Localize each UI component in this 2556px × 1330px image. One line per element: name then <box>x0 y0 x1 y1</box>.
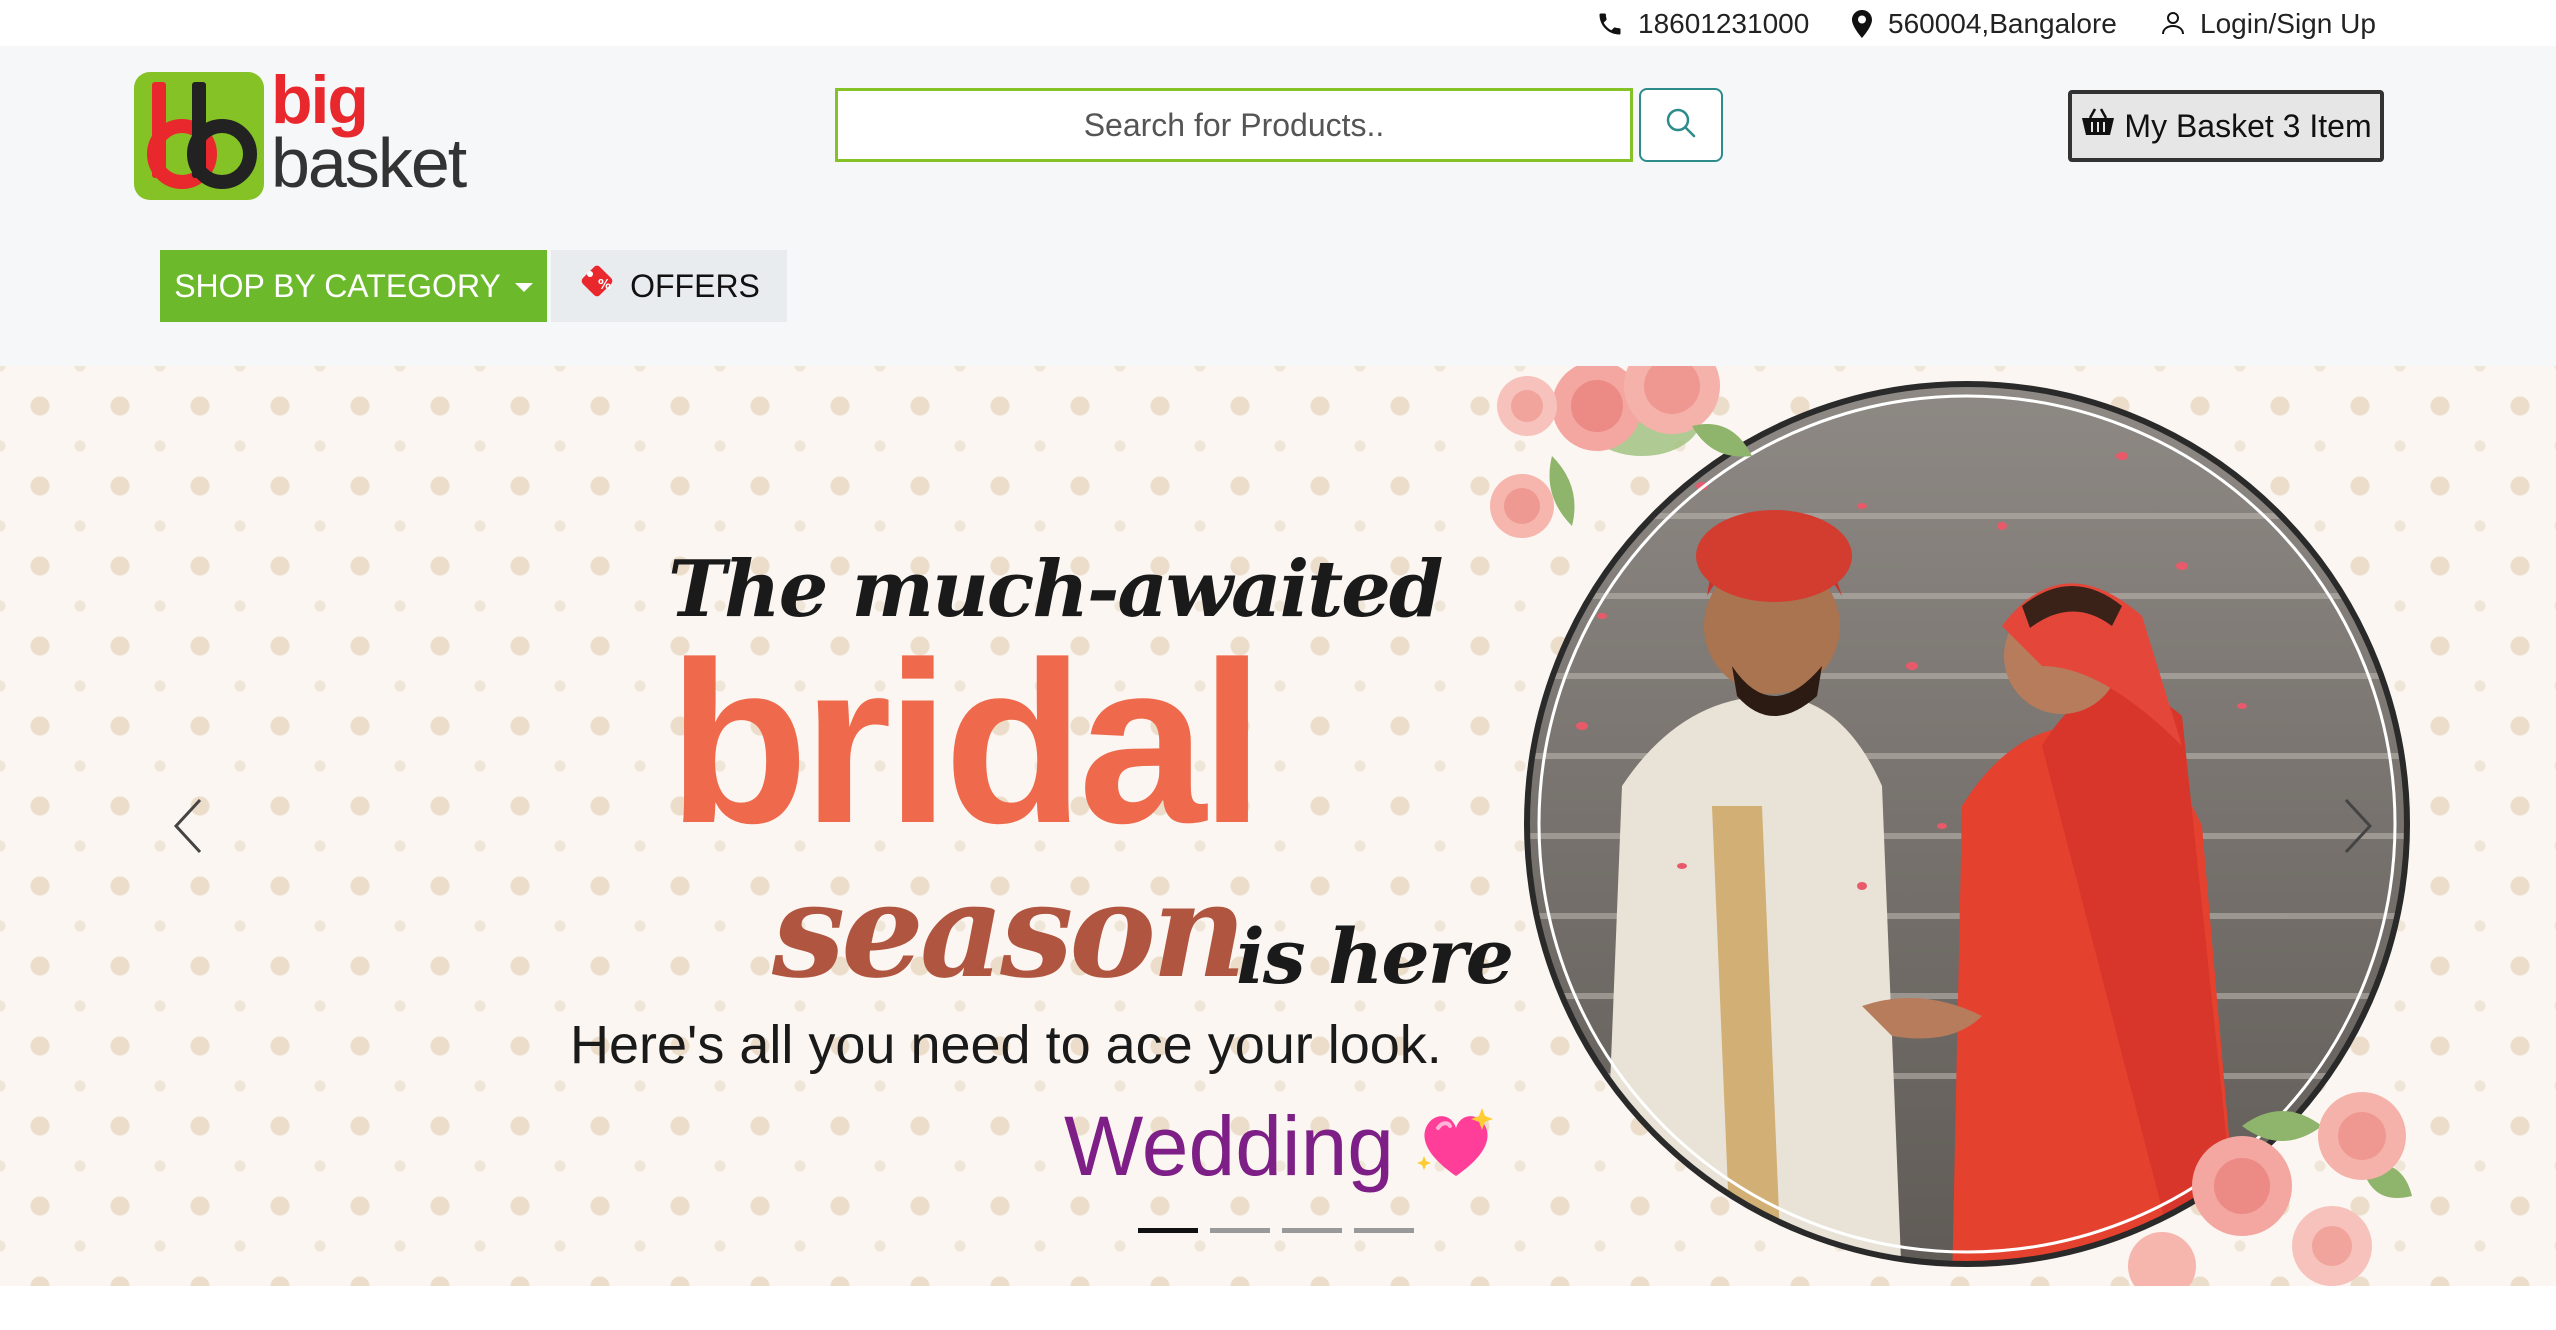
logo-text-basket: basket <box>271 124 467 202</box>
logo-mark <box>134 72 264 200</box>
search-icon <box>1663 105 1699 146</box>
carousel-next-button[interactable] <box>2340 796 2376 861</box>
hero-banner-carousel[interactable]: The much-awaited bridal season is here H… <box>0 366 2556 1286</box>
user-icon <box>2160 10 2186 38</box>
caption-text: Wedding <box>1064 1099 1395 1193</box>
carousel-indicator-4[interactable] <box>1354 1228 1414 1233</box>
carousel-indicator-2[interactable] <box>1210 1228 1270 1233</box>
bigbasket-logo[interactable]: big basket <box>134 60 474 202</box>
top-bar: 18601231000 560004,Bangalore Login/Sign … <box>0 0 2556 46</box>
offer-tag-icon: % <box>578 262 618 310</box>
login-signup-link[interactable]: Login/Sign Up <box>2160 6 2376 42</box>
banner-tagline: Here's all you need to ace your look. <box>570 1015 1442 1075</box>
chevron-left-icon <box>170 798 206 860</box>
svg-text:%: % <box>598 278 611 293</box>
basket-label: My Basket 3 Item <box>2124 107 2372 144</box>
location-selector[interactable]: 560004,Bangalore <box>1850 6 2117 42</box>
slide-caption: Wedding <box>1064 1098 1496 1195</box>
banner-line-is-here: is here <box>1236 912 1514 1001</box>
banner-line-bridal: bridal <box>668 614 1264 871</box>
category-label: SHOP BY CATEGORY <box>174 267 501 304</box>
carousel-indicator-1[interactable] <box>1138 1228 1198 1233</box>
search-input[interactable] <box>835 88 1633 162</box>
chevron-right-icon <box>2340 798 2376 860</box>
basket-icon <box>2080 107 2116 145</box>
search-button[interactable] <box>1639 88 1723 162</box>
shop-by-category-dropdown[interactable]: SHOP BY CATEGORY <box>160 250 547 322</box>
location-pin-icon <box>1850 9 1874 39</box>
carousel-prev-button[interactable] <box>170 796 206 861</box>
login-label: Login/Sign Up <box>2200 8 2376 39</box>
offers-link[interactable]: % OFFERS <box>551 250 787 322</box>
carousel-indicator-3[interactable] <box>1282 1228 1342 1233</box>
phone-contact[interactable]: 18601231000 <box>1596 6 1809 42</box>
my-basket-button[interactable]: My Basket 3 Item <box>2068 90 2384 162</box>
wedding-couple-photo <box>1482 366 2422 1286</box>
location-text: 560004,Bangalore <box>1888 8 2117 39</box>
banner-line-season: season <box>772 854 1247 1007</box>
caret-down-icon <box>514 282 533 292</box>
site-header: big basket My Basket 3 Item SHOP BY CATE… <box>0 46 2556 366</box>
carousel-indicators <box>1138 1228 1414 1233</box>
offers-label: OFFERS <box>630 267 760 304</box>
phone-number: 18601231000 <box>1638 8 1810 39</box>
phone-icon <box>1596 10 1624 38</box>
